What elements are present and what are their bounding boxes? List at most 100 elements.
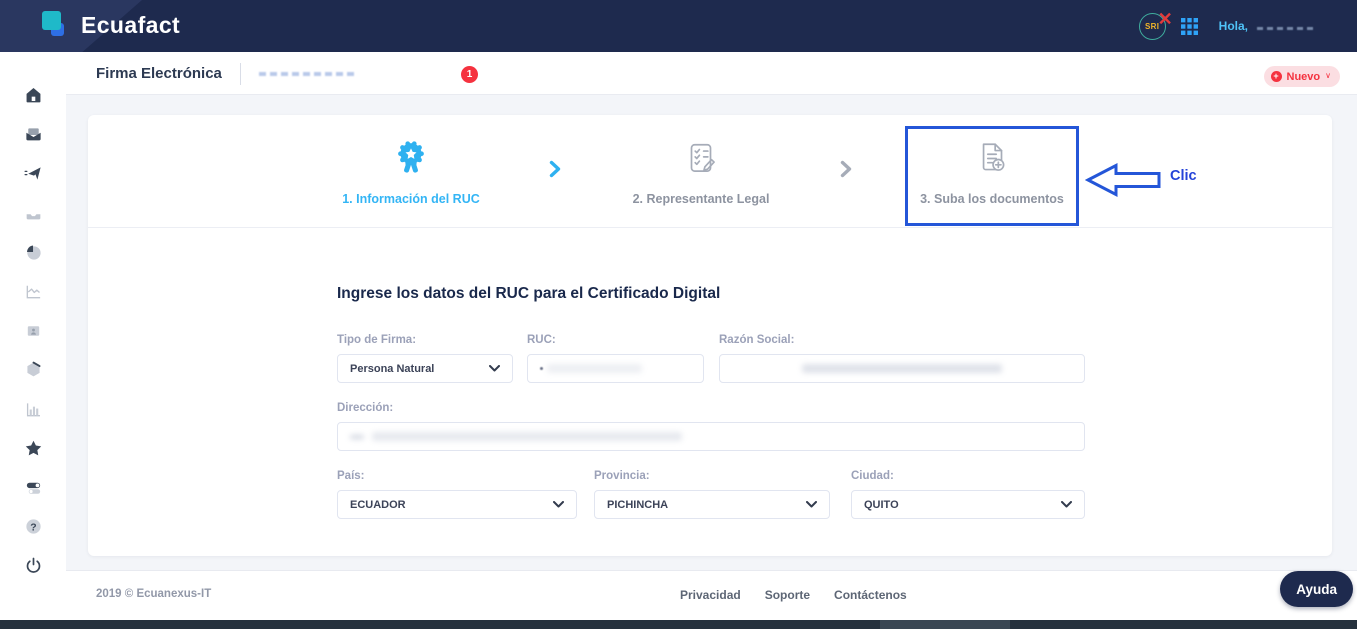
step-2-label: 2. Representante Legal — [632, 192, 770, 206]
toggles-icon — [26, 482, 40, 494]
footer: 2019 © Ecuanexus-IT Privacidad Soporte C… — [66, 570, 1357, 620]
sidebar-item-line-chart[interactable] — [0, 272, 66, 311]
provincia-select[interactable]: PICHINCHA — [594, 490, 830, 519]
step-1-label: 1. Información del RUC — [342, 192, 480, 206]
wizard-card: 1. Información del RUC 2. Representante … — [88, 115, 1332, 556]
step-3-label: 3. Suba los documentos — [920, 192, 1064, 206]
provincia-label: Provincia: — [594, 470, 650, 482]
ciudad-select[interactable]: QUITO — [851, 490, 1085, 519]
pais-select[interactable]: ECUADOR — [337, 490, 577, 519]
user-greeting[interactable]: Hola, — [1219, 19, 1315, 33]
apps-grid-icon[interactable] — [1180, 17, 1198, 35]
chevron-down-icon — [553, 499, 564, 511]
sri-status-icon[interactable]: SRI — [1138, 12, 1166, 40]
breadcrumb: Firma Electrónica — [96, 52, 354, 95]
pais-label: País: — [337, 470, 365, 482]
sidebar-item-mail[interactable] — [0, 115, 66, 154]
ayuda-button[interactable]: Ayuda — [1280, 571, 1353, 607]
page-title: Firma Electrónica — [96, 65, 222, 82]
razon-social-redacted-value — [802, 364, 1002, 373]
help-icon: ? — [25, 519, 41, 534]
footer-link-privacidad[interactable]: Privacidad — [680, 588, 741, 602]
chevron-right-icon — [840, 160, 852, 183]
sidebar-item-logout[interactable] — [0, 546, 66, 585]
star-icon — [25, 440, 41, 456]
sidebar-item-pie-chart[interactable] — [0, 233, 66, 272]
clipboard-pencil-icon — [591, 132, 811, 186]
document-plus-icon — [882, 132, 1102, 186]
plus-circle-icon — [1270, 71, 1282, 82]
sidebar-item-inbox[interactable] — [0, 194, 66, 233]
nuevo-button[interactable]: Nuevo — [1263, 66, 1340, 87]
annotation-arrow-left-icon — [1084, 162, 1163, 203]
direccion-redacted-value — [372, 432, 682, 441]
direccion-label: Dirección: — [337, 402, 394, 414]
step-representante-legal[interactable]: 2. Representante Legal — [591, 132, 811, 206]
inbox-icon — [26, 213, 40, 220]
bar-chart-icon — [26, 402, 40, 416]
sidebar-item-home[interactable] — [0, 76, 66, 115]
footer-link-contactenos[interactable]: Contáctenos — [834, 588, 907, 602]
direccion-input[interactable] — [337, 422, 1085, 451]
pais-value: ECUADOR — [350, 498, 406, 511]
sidebar-item-favorites[interactable] — [0, 429, 66, 468]
sidebar-item-send[interactable] — [0, 154, 66, 193]
form-heading: Ingrese los datos del RUC para el Certif… — [337, 285, 721, 302]
navbar-right: SRI Hola, — [1138, 0, 1315, 52]
breadcrumb-separator — [239, 62, 241, 85]
power-icon — [26, 557, 40, 574]
sidebar-item-help[interactable]: ? — [0, 507, 66, 546]
svg-text:?: ? — [30, 522, 36, 533]
breadcrumb-redacted-text — [258, 71, 354, 76]
sidebar-item-settings-toggles[interactable] — [0, 468, 66, 507]
annotation-clic-label: Clic — [1170, 168, 1197, 184]
ecuafact-logo-icon — [42, 10, 70, 40]
footer-link-soporte[interactable]: Soporte — [765, 588, 810, 602]
breadcrumb-bar: Firma Electrónica 1 Nuevo — [66, 52, 1357, 95]
chevron-down-icon — [489, 363, 500, 375]
sidebar-item-bar-chart[interactable] — [0, 390, 66, 429]
chevron-right-icon — [549, 160, 561, 183]
tipo-firma-select[interactable]: Persona Natural — [337, 354, 513, 383]
medal-badge-icon — [301, 132, 521, 186]
left-sidebar: ? — [0, 52, 66, 620]
ciudad-value: QUITO — [864, 498, 899, 511]
step-suba-documentos[interactable]: 3. Suba los documentos — [882, 132, 1102, 206]
sri-disconnected-x-icon — [1158, 10, 1173, 28]
bottom-window-strip — [0, 620, 1357, 629]
provincia-value: PICHINCHA — [607, 498, 669, 511]
razon-social-label: Razón Social: — [719, 334, 795, 346]
mail-icon — [25, 128, 41, 141]
send-icon — [24, 167, 41, 181]
footer-links: Privacidad Soporte Contáctenos — [680, 588, 907, 602]
step-informacion-ruc[interactable]: 1. Información del RUC — [301, 132, 521, 206]
folder-user-icon — [27, 326, 39, 336]
top-navbar: Ecuafact SRI Hola, — [0, 0, 1357, 52]
user-name-redacted — [1257, 27, 1315, 30]
tipo-firma-label: Tipo de Firma: — [337, 334, 417, 346]
notification-badge: 1 — [461, 66, 478, 83]
brand-logo[interactable]: Ecuafact — [42, 10, 180, 40]
sidebar-item-folder-user[interactable] — [0, 311, 66, 350]
chevron-down-icon — [1325, 71, 1331, 80]
sidebar-item-hexagon[interactable] — [0, 350, 66, 389]
ruc-redacted-value — [540, 367, 543, 370]
ruc-label: RUC: — [527, 334, 556, 346]
ruc-input[interactable] — [527, 354, 704, 383]
wizard-stepper: 1. Información del RUC 2. Representante … — [88, 115, 1332, 228]
razon-social-input[interactable] — [719, 354, 1085, 383]
bottom-strip-segment — [880, 620, 1010, 629]
nuevo-label: Nuevo — [1286, 70, 1321, 83]
brand-name: Ecuafact — [81, 11, 181, 38]
chevron-down-icon — [1061, 499, 1072, 511]
pie-chart-icon — [26, 245, 41, 260]
hexagon-icon — [26, 362, 41, 377]
ecuafact-app: Ecuafact SRI Hola, — [0, 0, 1357, 629]
tipo-firma-value: Persona Natural — [350, 362, 435, 375]
chevron-down-icon — [806, 499, 817, 511]
home-icon — [26, 88, 40, 103]
line-chart-icon — [26, 285, 40, 299]
ciudad-label: Ciudad: — [851, 470, 894, 482]
greeting-text: Hola, — [1218, 19, 1248, 33]
copyright-text: 2019 © Ecuanexus-IT — [96, 588, 212, 600]
